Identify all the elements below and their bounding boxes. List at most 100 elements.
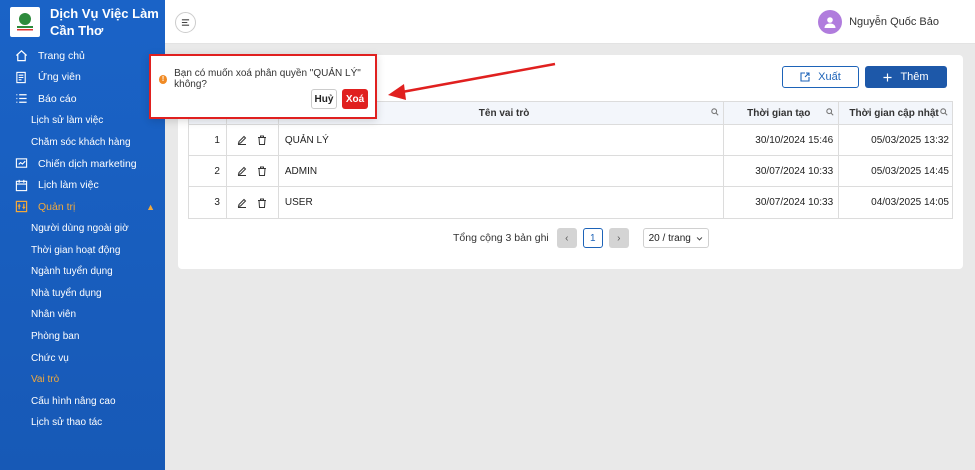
sidebar-item-active-time[interactable]: Thời gian hoạt động bbox=[0, 239, 165, 261]
column-header-created[interactable]: Thời gian tạo bbox=[724, 102, 840, 124]
export-label: Xuất bbox=[818, 71, 841, 83]
sidebar-item-departments[interactable]: Phòng ban bbox=[0, 326, 165, 348]
edit-icon[interactable] bbox=[237, 135, 247, 145]
row-actions bbox=[227, 187, 279, 218]
sidebar-item-marketing[interactable]: Chiến dịch marketing bbox=[0, 153, 165, 175]
delete-icon[interactable] bbox=[257, 135, 267, 145]
menu-icon bbox=[181, 19, 190, 26]
sidebar-item-label: Lịch sử làm việc bbox=[31, 115, 104, 127]
home-icon bbox=[14, 49, 28, 63]
confirm-delete-button[interactable]: Xoá bbox=[342, 89, 368, 109]
user-name: Nguyễn Quốc Bảo bbox=[849, 16, 939, 28]
export-button[interactable]: Xuất bbox=[782, 66, 859, 88]
sidebar-item-activity-log[interactable]: Lịch sử thao tác bbox=[0, 412, 165, 434]
column-header-updated[interactable]: Thời gian cập nhật bbox=[839, 102, 952, 124]
sidebar-item-reports[interactable]: Báo cáo bbox=[0, 88, 165, 110]
next-page-button[interactable]: › bbox=[608, 228, 629, 248]
sidebar-item-label: Chiến dịch marketing bbox=[38, 157, 137, 170]
edit-icon[interactable] bbox=[237, 198, 247, 208]
delete-icon[interactable] bbox=[257, 198, 267, 208]
sidebar-item-roles[interactable]: Vai trò bbox=[0, 369, 165, 391]
export-icon bbox=[800, 72, 810, 82]
sidebar-item-label: Quản trị bbox=[38, 200, 76, 213]
sidebar-item-label: Ứng viên bbox=[38, 71, 81, 84]
sidebar-item-home[interactable]: Trang chủ bbox=[0, 45, 165, 67]
page-size-select[interactable]: 20 / trang bbox=[642, 228, 709, 248]
menu-toggle-button[interactable] bbox=[175, 12, 196, 33]
chevron-up-icon: ▲ bbox=[146, 201, 155, 212]
sidebar-item-label: Lịch làm việc bbox=[38, 179, 99, 192]
plus-icon bbox=[883, 72, 892, 82]
prev-page-button[interactable]: ‹ bbox=[556, 228, 577, 248]
avatar bbox=[818, 10, 843, 34]
row-index: 3 bbox=[189, 187, 227, 218]
sidebar: Dịch Vụ Việc Làm Cần Thơ Trang chủ Ứng v… bbox=[0, 0, 165, 470]
created-time: 30/10/2024 15:46 bbox=[724, 125, 840, 155]
sidebar-item-label: Báo cáo bbox=[38, 92, 77, 105]
candidate-icon bbox=[14, 70, 28, 84]
sidebar-item-schedule[interactable]: Lịch làm việc bbox=[0, 175, 165, 197]
updated-time: 05/03/2025 13:32 bbox=[871, 134, 949, 146]
page-button-current[interactable]: 1 bbox=[582, 228, 603, 248]
brand-title-line1: Dịch Vụ Việc Làm bbox=[50, 6, 159, 21]
edit-icon[interactable] bbox=[237, 166, 247, 176]
column-header-label: Tên vai trò bbox=[478, 107, 530, 119]
row-actions bbox=[227, 125, 279, 155]
sidebar-nav: Trang chủ Ứng viên Báo cáo Lịch sử làm v… bbox=[0, 44, 165, 434]
popover-message-text: Bạn có muốn xoá phân quyền "QUẢN LÝ" khô… bbox=[174, 68, 361, 90]
sidebar-item-label: Nhà tuyển dụng bbox=[31, 287, 102, 299]
row-index: 2 bbox=[189, 156, 227, 186]
sidebar-item-industries[interactable]: Ngành tuyển dụng bbox=[0, 261, 165, 283]
row-index: 1 bbox=[189, 125, 227, 155]
row-actions bbox=[227, 156, 279, 186]
role-name: USER bbox=[279, 187, 725, 218]
sidebar-item-after-hours-users[interactable]: Người dùng ngoài giờ bbox=[0, 218, 165, 240]
list-icon bbox=[14, 92, 28, 106]
warning-icon: ! bbox=[159, 74, 168, 84]
search-icon[interactable] bbox=[940, 108, 948, 116]
campaign-icon bbox=[14, 157, 28, 171]
created-time: 30/07/2024 10:33 bbox=[724, 156, 840, 186]
calendar-icon bbox=[14, 178, 28, 192]
delete-confirm-popover: ! Bạn có muốn xoá phân quyền "QUẢN LÝ" k… bbox=[149, 54, 377, 119]
search-icon[interactable] bbox=[826, 108, 834, 116]
chevron-left-icon: ‹ bbox=[565, 232, 569, 244]
chevron-down-icon bbox=[696, 236, 703, 241]
role-name: ADMIN bbox=[279, 156, 725, 186]
sidebar-item-label: Vai trò bbox=[31, 374, 60, 386]
sidebar-item-label: Nhân viên bbox=[31, 309, 77, 321]
sidebar-item-employers[interactable]: Nhà tuyển dụng bbox=[0, 283, 165, 305]
sidebar-item-label: Trang chủ bbox=[38, 49, 85, 62]
sidebar-item-label: Phòng ban bbox=[31, 331, 80, 343]
table-row: 2 ADMIN 30/07/2024 10:33 05/03/2025 14:4… bbox=[189, 156, 952, 187]
sidebar-item-label: Người dùng ngoài giờ bbox=[31, 223, 129, 235]
column-header-label: Thời gian cập nhật bbox=[849, 107, 939, 119]
sidebar-item-label: Cấu hình nâng cao bbox=[31, 395, 116, 407]
user-menu[interactable]: Nguyễn Quốc Bảo bbox=[818, 10, 939, 34]
table-row: 1 QUẢN LÝ 30/10/2024 15:46 05/03/2025 13… bbox=[189, 125, 952, 156]
search-icon[interactable] bbox=[711, 108, 719, 116]
popover-message: ! Bạn có muốn xoá phân quyền "QUẢN LÝ" k… bbox=[159, 68, 375, 90]
page-size-value: 20 / trang bbox=[648, 232, 691, 244]
sidebar-item-positions[interactable]: Chức vụ bbox=[0, 347, 165, 369]
column-header-label: Thời gian tạo bbox=[747, 107, 811, 119]
updated-time: 04/03/2025 14:05 bbox=[871, 197, 949, 208]
pagination: Tổng cộng 3 bản ghi ‹ 1 › 20 / trang bbox=[453, 228, 709, 248]
brand[interactable]: Dịch Vụ Việc Làm Cần Thơ bbox=[0, 0, 165, 44]
cancel-button[interactable]: Huỷ bbox=[311, 89, 337, 109]
sidebar-item-admin[interactable]: Quản trị ▲ bbox=[0, 196, 165, 218]
admin-icon bbox=[14, 200, 28, 214]
delete-icon[interactable] bbox=[257, 166, 267, 176]
created-time: 30/07/2024 10:33 bbox=[724, 187, 840, 218]
sidebar-item-label: Ngành tuyển dụng bbox=[31, 266, 113, 278]
add-button[interactable]: Thêm bbox=[865, 66, 947, 88]
logo bbox=[10, 7, 40, 37]
sidebar-item-staff[interactable]: Nhân viên bbox=[0, 304, 165, 326]
top-header: Nguyễn Quốc Bảo bbox=[165, 0, 975, 44]
add-label: Thêm bbox=[900, 71, 929, 83]
sidebar-item-customer-care[interactable]: Chăm sóc khách hàng bbox=[0, 131, 165, 153]
sidebar-item-candidates[interactable]: Ứng viên bbox=[0, 67, 165, 89]
table-row: 3 USER 30/07/2024 10:33 04/03/2025 14:05 bbox=[189, 187, 952, 218]
sidebar-item-advanced-config[interactable]: Cấu hình nâng cao bbox=[0, 391, 165, 413]
sidebar-item-work-history[interactable]: Lịch sử làm việc bbox=[0, 110, 165, 132]
